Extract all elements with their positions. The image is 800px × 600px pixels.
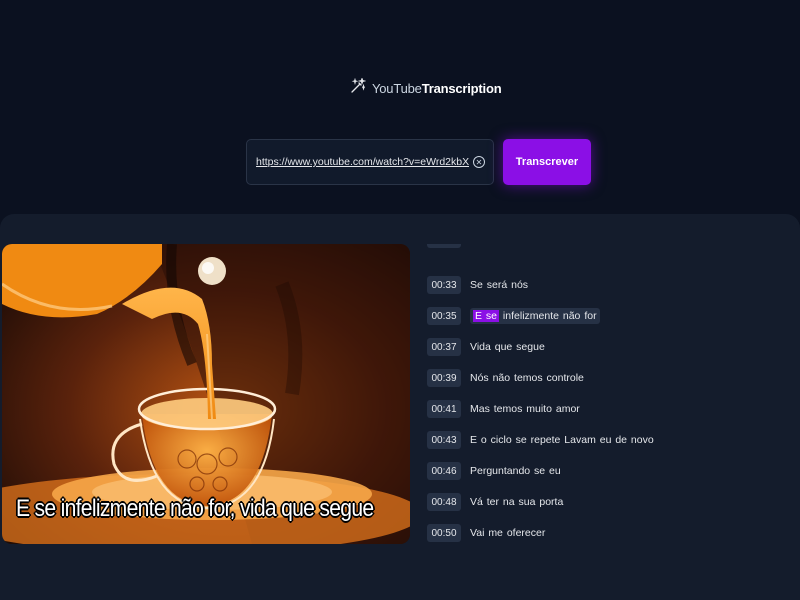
transcript-row[interactable]: 00:39 Nós não temos controle [427,369,584,387]
transcript-row-active[interactable]: 00:35 E se infelizmente não for [427,307,600,325]
transcribe-button[interactable]: Transcrever [503,139,591,185]
video-subtitle: E se infelizmente não for, vida que segu… [16,495,374,522]
header: YouTubeTranscription https://www.youtube… [0,0,800,214]
transcript-row[interactable]: 00:37 Vida que segue [427,338,545,356]
transcript-text: Mas temos muito amor [470,403,580,415]
transcript-partial-timestamp [427,244,461,248]
timestamp[interactable]: 00:39 [427,369,461,387]
highlighted-word: E se [473,310,500,322]
transcript-text: Vai me oferecer [470,527,546,539]
timestamp[interactable]: 00:33 [427,276,461,294]
video-player[interactable]: E se infelizmente não for, vida que segu… [2,244,410,544]
transcript-list[interactable]: · · 00:33 Se será nós 00:35 E se infeliz… [427,244,787,564]
timestamp[interactable]: 00:37 [427,338,461,356]
timestamp[interactable]: 00:41 [427,400,461,418]
timestamp[interactable]: 00:46 [427,462,461,480]
app-logo: YouTubeTranscription [350,77,502,99]
timestamp[interactable]: 00:43 [427,431,461,449]
url-input-value[interactable]: https://www.youtube.com/watch?v=eWrd2kbX… [256,156,469,168]
transcript-text: E o ciclo se repete Lavam eu de novo [470,434,654,446]
transcript-text: Perguntando se eu [470,465,561,477]
transcript-text: Se será nós [470,279,529,291]
main-panel: E se infelizmente não for, vida que segu… [0,214,800,600]
transcript-row[interactable]: 00:43 E o ciclo se repete Lavam eu de no… [427,431,654,449]
transcript-row[interactable]: 00:46 Perguntando se eu [427,462,561,480]
transcript-partial-text: · · [497,244,506,247]
transcript-text-active: E se infelizmente não for [470,308,600,324]
timestamp[interactable]: 00:50 [427,524,461,542]
timestamp[interactable]: 00:35 [427,307,461,325]
transcript-row[interactable]: 00:48 Vá ter na sua porta [427,493,563,511]
transcript-text: Vida que segue [470,341,545,353]
transcript-row[interactable]: 00:33 Se será nós [427,276,528,294]
transcript-text: Vá ter na sua porta [470,496,564,508]
url-input[interactable]: https://www.youtube.com/watch?v=eWrd2kbX… [246,139,494,185]
transcript-text: Nós não temos controle [470,372,584,384]
clear-circle-icon[interactable]: ✕ [473,156,485,168]
magic-wand-icon [350,77,367,99]
transcript-row[interactable]: 00:50 Vai me oferecer [427,524,545,542]
app-title: YouTubeTranscription [372,81,502,96]
timestamp[interactable]: 00:48 [427,493,461,511]
transcript-row[interactable]: 00:41 Mas temos muito amor [427,400,580,418]
